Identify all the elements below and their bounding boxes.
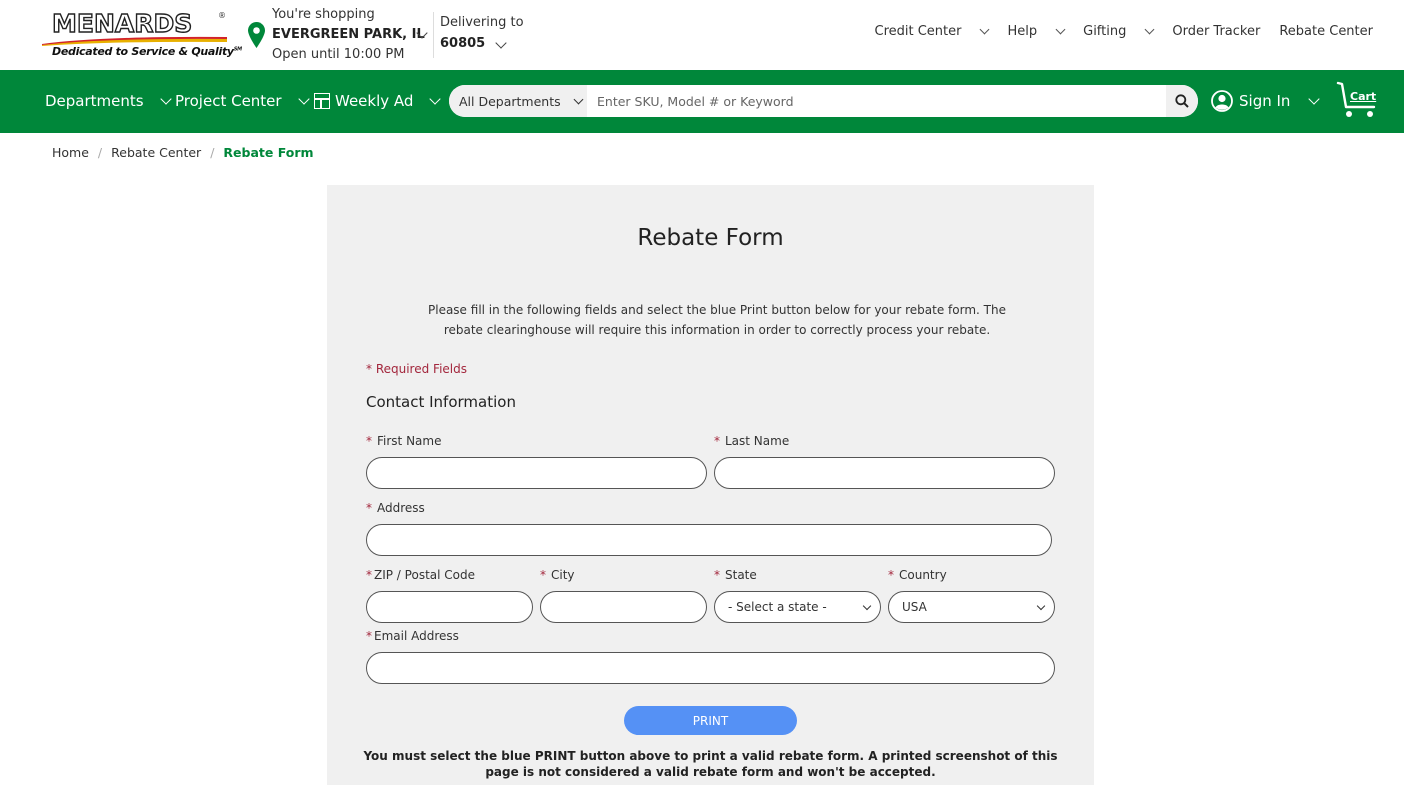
search-button[interactable] <box>1166 85 1198 117</box>
logo-tagline: Dedicated to Service & QualitySM <box>52 45 242 58</box>
cart-label: Cart <box>1350 90 1377 103</box>
help-label: Help <box>1007 24 1038 39</box>
rebate-center-link[interactable]: Rebate Center <box>1279 24 1373 39</box>
order-tracker-label: Order Tracker <box>1172 24 1261 39</box>
location-pin-icon <box>248 22 265 48</box>
last-name-label: * Last Name <box>714 434 790 448</box>
required-mark: * <box>366 568 372 582</box>
breadcrumb-current: Rebate Form <box>223 145 314 160</box>
country-select-value: USA <box>902 600 927 614</box>
chevron-down-icon[interactable] <box>980 24 990 35</box>
departments-label: Departments <box>45 92 144 110</box>
required-mark: * <box>540 568 546 582</box>
chevron-down-icon <box>159 92 172 105</box>
country-label: * Country <box>888 568 947 582</box>
last-name-field[interactable] <box>714 457 1055 489</box>
required-mark: * <box>888 568 894 582</box>
store-name: EVERGREEN PARK, IL <box>272 27 425 42</box>
project-center-menu[interactable]: Project Center <box>175 92 310 110</box>
zip-field[interactable] <box>366 591 533 623</box>
contact-information-heading: Contact Information <box>366 393 516 411</box>
credit-center-link[interactable]: Credit Center <box>874 24 990 39</box>
main-nav: Departments Project Center Weekly Ad All… <box>0 70 1404 133</box>
chevron-down-icon <box>573 94 584 104</box>
top-header: MENARDS ® Dedicated to Service & Quality… <box>0 0 1404 70</box>
user-account-icon <box>1211 90 1233 112</box>
breadcrumb-separator: / <box>97 145 103 160</box>
weekly-ad-label: Weekly Ad <box>335 92 414 110</box>
search-bar: All Departments <box>449 85 1198 117</box>
address-field[interactable] <box>366 524 1052 556</box>
city-field[interactable] <box>540 591 707 623</box>
delivery-zip: 60805 <box>440 36 486 51</box>
header-divider <box>433 12 434 58</box>
sign-in-label: Sign In <box>1239 92 1291 110</box>
search-icon <box>1175 94 1189 108</box>
rebate-center-label: Rebate Center <box>1279 24 1373 39</box>
gifting-link[interactable]: Gifting <box>1083 24 1155 39</box>
project-center-label: Project Center <box>175 92 282 110</box>
breadcrumb-home[interactable]: Home <box>52 145 89 160</box>
sign-in-menu[interactable]: Sign In <box>1211 90 1321 112</box>
required-mark: * <box>366 629 372 643</box>
order-tracker-link[interactable]: Order Tracker <box>1172 24 1260 39</box>
search-department-label: All Departments <box>459 93 561 109</box>
breadcrumb-rebate-center[interactable]: Rebate Center <box>111 145 201 160</box>
email-field[interactable] <box>366 652 1055 684</box>
required-mark: * <box>714 568 720 582</box>
rebate-form-card: Rebate Form Please fill in the following… <box>327 185 1094 785</box>
search-department-select[interactable]: All Departments <box>449 85 587 117</box>
delivery-selector[interactable]: Delivering to 60805 <box>440 12 524 54</box>
store-label: You're shopping <box>272 7 375 22</box>
address-label: * Address <box>366 501 425 515</box>
cart-button[interactable]: Cart <box>1336 81 1380 121</box>
chevron-down-icon <box>297 92 310 105</box>
logo-registered-mark: ® <box>218 11 226 20</box>
store-hours: Open until 10:00 PM <box>272 47 405 62</box>
credit-center-label: Credit Center <box>874 24 962 39</box>
weekly-ad-icon <box>314 93 330 109</box>
zip-label: * ZIP / Postal Code <box>366 568 475 582</box>
state-select-value: - Select a state - <box>728 600 827 614</box>
required-mark: * <box>366 501 372 515</box>
help-link[interactable]: Help <box>1007 24 1066 39</box>
chevron-down-icon[interactable] <box>1144 24 1155 35</box>
page-title: Rebate Form <box>637 225 784 251</box>
form-instructions: Please fill in the following fields and … <box>428 303 1006 337</box>
first-name-field[interactable] <box>366 457 707 489</box>
search-input[interactable] <box>587 85 1166 117</box>
logo-wordmark: MENARDS <box>51 8 193 38</box>
chevron-down-icon <box>862 601 872 610</box>
required-mark: * <box>366 434 372 448</box>
required-fields-note: * Required Fields <box>366 362 467 376</box>
chevron-down-icon <box>1308 92 1321 105</box>
state-label: * State <box>714 568 757 582</box>
breadcrumb: Home / Rebate Center / Rebate Form <box>52 145 314 160</box>
first-name-label: * First Name <box>366 434 442 448</box>
chevron-down-icon <box>429 92 442 105</box>
menards-logo[interactable]: MENARDS ® Dedicated to Service & Quality… <box>42 8 242 61</box>
country-select[interactable]: USA <box>888 591 1055 623</box>
required-mark: * <box>714 434 720 448</box>
chevron-down-icon <box>1036 601 1046 610</box>
utility-links: Credit Center Help Gifting Order Tracker… <box>856 24 1374 39</box>
chevron-down-icon[interactable] <box>1055 24 1066 35</box>
print-button[interactable]: PRINT <box>624 706 797 735</box>
gifting-label: Gifting <box>1083 24 1127 39</box>
email-label: * Email Address <box>366 629 459 643</box>
departments-menu[interactable]: Departments <box>45 92 172 110</box>
weekly-ad-menu[interactable]: Weekly Ad <box>314 92 442 110</box>
city-label: * City <box>540 568 575 582</box>
breadcrumb-separator: / <box>210 145 215 160</box>
print-warning: You must select the blue PRINT button ab… <box>363 749 1058 779</box>
delivery-label: Delivering to <box>440 15 524 30</box>
state-select[interactable]: - Select a state - <box>714 591 881 623</box>
